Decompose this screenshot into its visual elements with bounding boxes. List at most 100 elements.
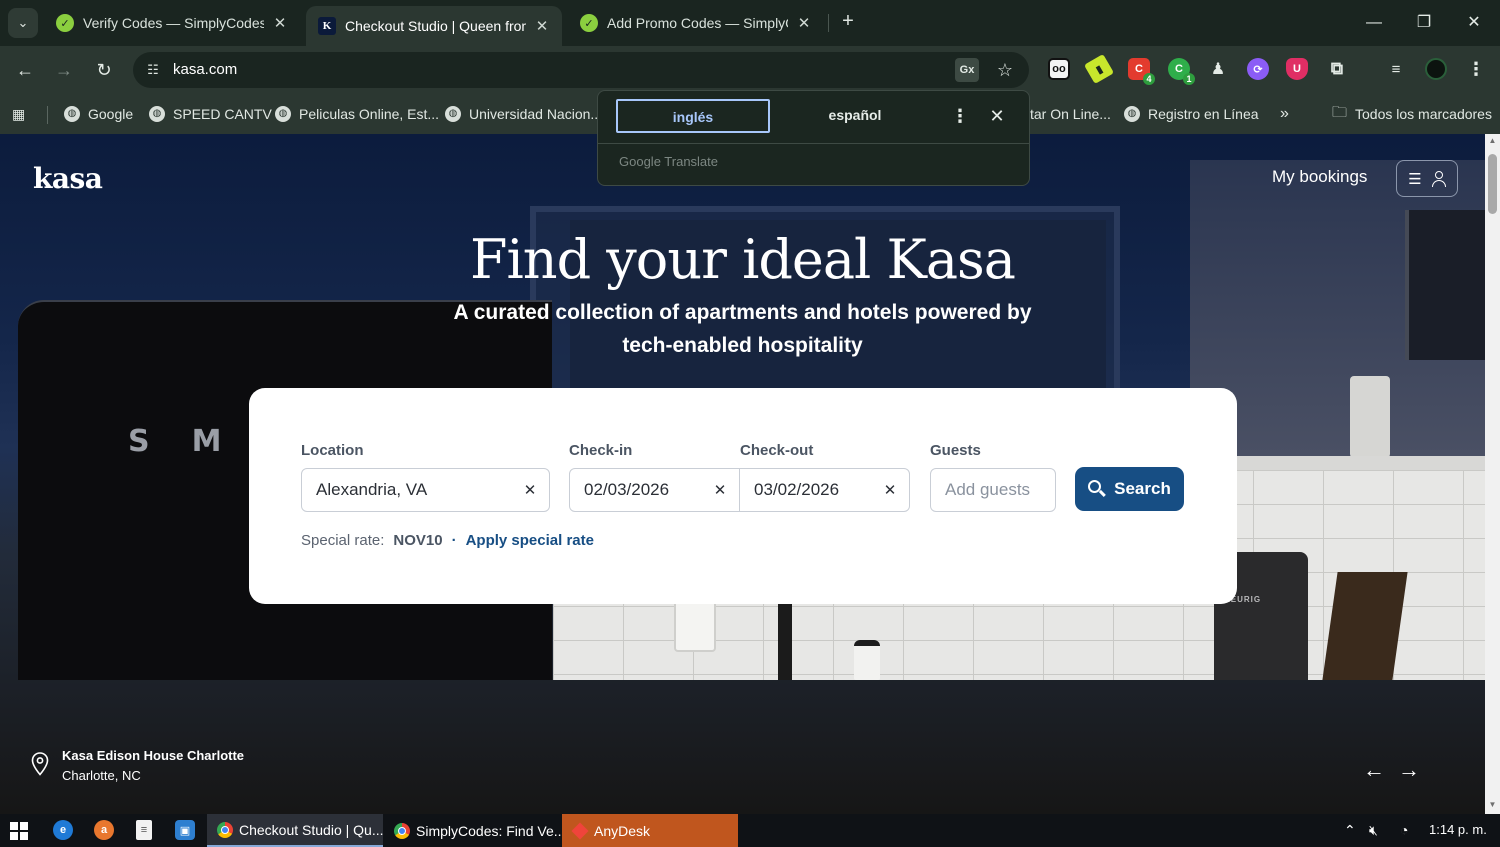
account-menu-button[interactable]: ☰ — [1396, 160, 1458, 197]
tag-icon[interactable]: ▮ — [1083, 53, 1115, 85]
url-text[interactable]: kasa.com — [173, 61, 237, 78]
bookmark-item[interactable]: ◍ Registro en Línea — [1124, 102, 1259, 126]
globe-icon: ◍ — [445, 106, 461, 122]
my-bookings-link[interactable]: My bookings — [1272, 167, 1367, 187]
anydesk-icon — [571, 822, 589, 839]
tray-chevron-icon[interactable]: ⌃ — [1344, 822, 1356, 839]
back-button[interactable]: ← — [11, 56, 39, 84]
tab-close-icon[interactable]: ✕ — [272, 14, 288, 32]
kasa-logo[interactable]: kasa — [33, 162, 103, 195]
clear-checkin-icon[interactable]: ✕ — [707, 481, 733, 499]
taskbar-app-label: AnyDesk — [594, 822, 651, 839]
extension-badge: 1 — [1183, 73, 1195, 85]
minimize-button[interactable]: — — [1354, 8, 1394, 38]
bookmark-item[interactable]: ◍ Peliculas Online, Est... — [275, 102, 439, 126]
reload-button[interactable]: ↻ — [90, 56, 118, 84]
guests-field[interactable]: Add guests — [930, 468, 1056, 512]
more-options-icon[interactable]: ⋮ — [950, 106, 970, 128]
hero-subtitle: A curated collection of apartments and h… — [453, 301, 1032, 357]
windows-start-icon[interactable] — [10, 822, 28, 840]
bookmark-divider — [47, 106, 48, 124]
wifi-icon[interactable]: ◔ — [1400, 822, 1408, 838]
close-icon[interactable]: ✕ — [986, 104, 1008, 128]
translate-popup: inglés español ⋮ ✕ Google Translate — [597, 90, 1030, 186]
tab-add-promo-codes[interactable]: ✓ Add Promo Codes — SimplyCodes ✕ — [568, 6, 824, 40]
address-bar[interactable]: ☷ kasa.com Gx ☆ — [133, 52, 1029, 88]
edge-icon[interactable]: e — [53, 820, 73, 840]
taskbar-app-simplycodes[interactable]: SimplyCodes: Find Ve... — [384, 814, 565, 847]
globe-icon: ◍ — [1124, 106, 1140, 122]
target-language-tab[interactable]: español — [778, 99, 932, 133]
browser-menu-icon[interactable]: ⋮ — [1465, 58, 1487, 80]
close-window-button[interactable]: ✕ — [1454, 8, 1494, 38]
location-value[interactable]: Alexandria, VA — [302, 480, 517, 500]
new-tab-button[interactable]: + — [836, 10, 860, 36]
globe-icon: ◍ — [275, 106, 291, 122]
oo-icon[interactable]: oo — [1048, 58, 1070, 80]
guests-placeholder[interactable]: Add guests — [931, 480, 1030, 500]
bookmark-label: SPEED CANTV — [173, 106, 272, 122]
puzzle-icon[interactable]: ⧉ — [1326, 58, 1348, 80]
tab-close-icon[interactable]: ✕ — [796, 14, 812, 32]
apps-grid-icon[interactable]: ▦ — [12, 106, 30, 124]
tab-close-icon[interactable]: ✕ — [534, 17, 550, 35]
special-rate-label: Special rate: — [301, 532, 385, 549]
search-button-label: Search — [1114, 479, 1171, 498]
taskbar-app-anydesk[interactable]: AnyDesk — [562, 814, 738, 847]
puppet-icon[interactable]: ♟ — [1207, 58, 1229, 80]
search-card: Location Alexandria, VA ✕ Check-in 02/03… — [249, 388, 1237, 604]
tab-verify-codes[interactable]: ✓ Verify Codes — SimplyCodes ✕ — [44, 6, 300, 40]
avast-icon[interactable]: a — [94, 820, 114, 840]
tab-search-button[interactable]: ⌄ — [8, 8, 38, 38]
page-scrollbar[interactable]: ▲ ▼ — [1485, 134, 1500, 814]
special-rate-separator: · — [451, 532, 457, 549]
restore-button[interactable]: ❐ — [1404, 8, 1444, 38]
volume-muted-icon[interactable]: 🔇︎ — [1369, 822, 1378, 839]
profile-avatar[interactable] — [1425, 58, 1447, 80]
checkin-value[interactable]: 02/03/2026 — [570, 480, 707, 500]
red-extension-icon[interactable]: C4 — [1128, 58, 1155, 85]
next-slide-button[interactable]: → — [1395, 756, 1423, 784]
checkin-field[interactable]: 02/03/2026 ✕ — [569, 468, 740, 512]
tab-checkout-studio[interactable]: K Checkout Studio | Queen from Kasa ✕ — [306, 6, 562, 46]
bookmark-item[interactable]: ◍ SPEED CANTV — [149, 102, 272, 126]
shield-icon[interactable]: U — [1286, 58, 1308, 80]
media-control-icon[interactable]: ≡ — [1385, 58, 1407, 80]
previous-slide-button[interactable]: ← — [1360, 756, 1388, 784]
bookmark-star-icon[interactable]: ☆ — [993, 58, 1017, 82]
forward-button[interactable]: → — [50, 56, 78, 84]
checkout-field[interactable]: 03/02/2026 ✕ — [739, 468, 910, 512]
taskbar-app-checkout[interactable]: Checkout Studio | Qu... — [207, 814, 384, 847]
all-bookmarks-button[interactable]: 🗀 Todos los marcadores — [1332, 102, 1492, 126]
scroll-thumb[interactable] — [1488, 154, 1497, 214]
search-button[interactable]: Search — [1075, 467, 1184, 511]
bookmark-label: Registro en Línea — [1148, 106, 1259, 122]
translate-icon[interactable]: Gx — [955, 58, 979, 82]
purple-extension-icon[interactable]: ⟳ — [1247, 58, 1269, 80]
location-pin-icon — [31, 752, 49, 776]
clock[interactable]: 1:14 p. m. — [1429, 822, 1487, 837]
bookmarks-overflow-button[interactable]: » — [1280, 102, 1289, 126]
scroll-up-icon[interactable]: ▲ — [1485, 134, 1500, 148]
clear-checkout-icon[interactable]: ✕ — [877, 481, 903, 499]
bookmark-item[interactable]: tar On Line... — [1030, 102, 1111, 126]
notepad-icon[interactable]: ≡ — [136, 820, 152, 840]
windows-taskbar: e a ≡ ▣ Checkout Studio | Qu... SimplyCo… — [0, 814, 1500, 847]
scroll-down-icon[interactable]: ▼ — [1485, 798, 1500, 812]
google-translate-brand: Google Translate — [619, 154, 719, 169]
green-extension-icon[interactable]: C1 — [1168, 58, 1195, 85]
canister — [1350, 376, 1390, 458]
location-label: Location — [301, 442, 364, 459]
source-language-tab[interactable]: inglés — [616, 99, 770, 133]
bookmark-item[interactable]: ◍ Universidad Nacion... — [445, 102, 602, 126]
folder-icon: 🗀 — [1332, 103, 1348, 121]
photos-icon[interactable]: ▣ — [175, 820, 195, 840]
clear-location-icon[interactable]: ✕ — [517, 481, 543, 499]
site-info-icon[interactable]: ☷ — [143, 60, 163, 80]
location-field[interactable]: Alexandria, VA ✕ — [301, 468, 550, 512]
apply-special-rate-link[interactable]: Apply special rate — [466, 532, 594, 549]
checkout-value[interactable]: 03/02/2026 — [740, 480, 877, 500]
bookmark-item[interactable]: ◍ Google — [64, 102, 133, 126]
search-icon — [1088, 480, 1106, 498]
checkin-label: Check-in — [569, 442, 633, 459]
